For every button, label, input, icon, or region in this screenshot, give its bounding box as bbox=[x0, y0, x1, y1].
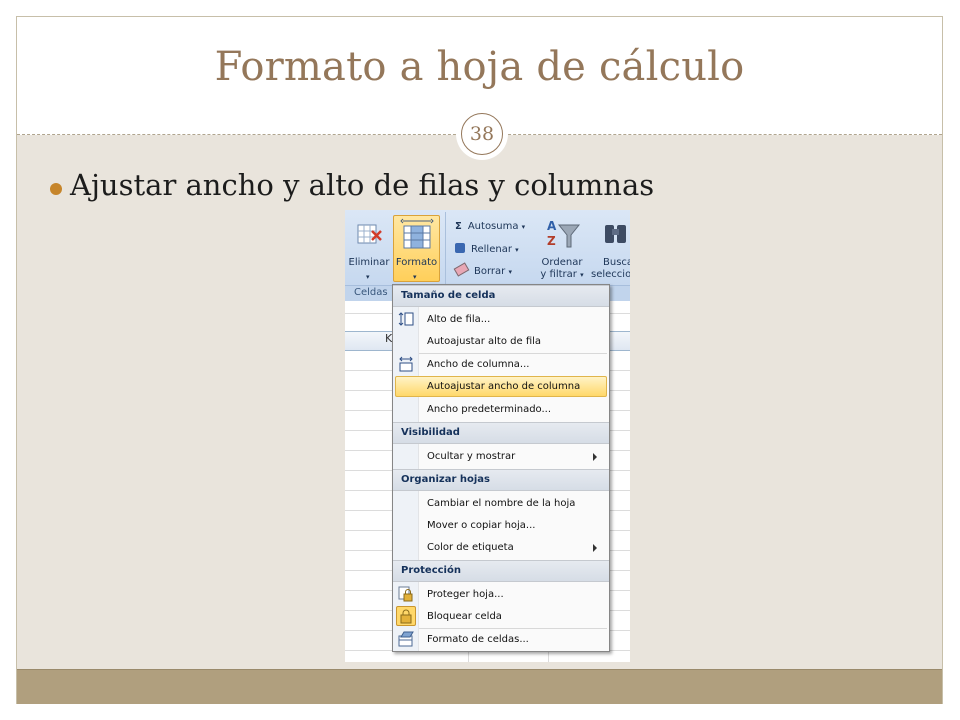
rellenar-label: Rellenar bbox=[471, 244, 512, 255]
menu-header-visibilidad: Visibilidad bbox=[393, 422, 609, 444]
group-label-celdas: Celdas bbox=[354, 287, 388, 298]
excel-screenshot: Eliminar ▾ Formato ▾ Σ Autosuma ▾ Rellena… bbox=[345, 210, 630, 662]
menu-separator bbox=[419, 353, 607, 354]
menu-item-bloquear-celda[interactable]: Bloquear celda bbox=[427, 610, 502, 624]
autosuma-button[interactable]: Σ Autosuma ▾ bbox=[455, 221, 525, 232]
row-height-icon bbox=[398, 312, 414, 326]
format-dropdown-menu: Tamaño de celda Alto de fila... Autoajus… bbox=[392, 284, 610, 652]
eliminar-button[interactable]: Eliminar ▾ bbox=[347, 215, 391, 282]
chevron-down-icon: ▾ bbox=[515, 246, 519, 254]
fill-down-icon bbox=[455, 243, 465, 253]
chevron-down-icon: ▾ bbox=[508, 268, 512, 276]
autosuma-label: Autosuma bbox=[467, 221, 519, 232]
menu-item-cambiar-nombre[interactable]: Cambiar el nombre de la hoja bbox=[427, 497, 575, 511]
binoculars-icon bbox=[605, 225, 626, 243]
chevron-down-icon: ▾ bbox=[366, 273, 370, 281]
menu-header-proteccion: Protección bbox=[393, 560, 609, 582]
menu-item-color-etiqueta[interactable]: Color de etiqueta bbox=[427, 541, 514, 555]
slide-title: Formato a hoja de cálculo bbox=[214, 44, 745, 90]
menu-item-formato-celdas[interactable]: Formato de celdas... bbox=[427, 633, 529, 647]
ribbon-group-separator bbox=[445, 212, 446, 284]
buscar-label-1: Busca bbox=[603, 257, 630, 268]
ordenar-label-1: Ordenar bbox=[541, 257, 583, 268]
protect-sheet-icon bbox=[398, 586, 413, 602]
menu-item-ancho-predeterminado[interactable]: Ancho predeterminado... bbox=[427, 403, 551, 417]
eliminar-label: Eliminar bbox=[348, 257, 390, 268]
menu-item-ocultar-mostrar[interactable]: Ocultar y mostrar bbox=[427, 450, 515, 464]
submenu-arrow-icon bbox=[593, 544, 597, 552]
sigma-icon: Σ bbox=[455, 221, 462, 232]
svg-text:A: A bbox=[547, 219, 557, 233]
lock-icon bbox=[400, 609, 412, 624]
chevron-down-icon: ▾ bbox=[413, 273, 417, 281]
menu-item-mover-copiar[interactable]: Mover o copiar hoja... bbox=[427, 519, 535, 533]
buscar-label-2: seleccio bbox=[591, 269, 630, 280]
sort-filter-icon: A Z bbox=[547, 219, 581, 248]
menu-item-proteger-hoja[interactable]: Proteger hoja... bbox=[427, 588, 504, 602]
menu-separator bbox=[419, 628, 607, 629]
chevron-down-icon: ▾ bbox=[521, 223, 526, 231]
formato-button[interactable]: Formato ▾ bbox=[393, 215, 440, 282]
menu-header-organizar: Organizar hojas bbox=[393, 469, 609, 491]
page-number: 38 bbox=[461, 113, 503, 155]
chevron-down-icon: ▾ bbox=[580, 271, 584, 279]
borrar-button[interactable]: Borrar ▾ bbox=[453, 262, 512, 277]
footer-bar bbox=[17, 669, 942, 704]
format-cells-icon bbox=[400, 218, 434, 249]
bullet-text: Ajustar ancho y alto de filas y columnas bbox=[70, 168, 655, 202]
column-width-icon bbox=[399, 356, 413, 372]
submenu-arrow-icon bbox=[593, 453, 597, 461]
eraser-icon bbox=[453, 262, 470, 277]
ordenar-label-2-text: y filtrar bbox=[540, 269, 577, 280]
ordenar-filtrar-button[interactable]: A Z Ordenar y filtrar ▾ bbox=[537, 215, 587, 282]
rellenar-button[interactable]: Rellenar ▾ bbox=[455, 243, 519, 255]
menu-header-tamano: Tamaño de celda bbox=[393, 285, 609, 307]
borrar-label: Borrar bbox=[474, 266, 506, 277]
formato-label: Formato bbox=[395, 257, 438, 268]
format-cells-dialog-icon bbox=[398, 631, 414, 647]
menu-item-autoajustar-alto[interactable]: Autoajustar alto de fila bbox=[427, 335, 541, 349]
svg-text:Z: Z bbox=[547, 234, 556, 248]
menu-item-autoajustar-ancho[interactable]: Autoajustar ancho de columna bbox=[427, 380, 580, 394]
ordenar-label-2: y filtrar ▾ bbox=[537, 269, 587, 281]
delete-cells-icon bbox=[357, 224, 382, 244]
bullet-dot bbox=[50, 183, 62, 195]
menu-item-alto-fila[interactable]: Alto de fila... bbox=[427, 313, 490, 327]
buscar-seleccionar-button[interactable]: Busca seleccio bbox=[591, 215, 630, 282]
menu-item-ancho-columna[interactable]: Ancho de columna... bbox=[427, 358, 529, 372]
